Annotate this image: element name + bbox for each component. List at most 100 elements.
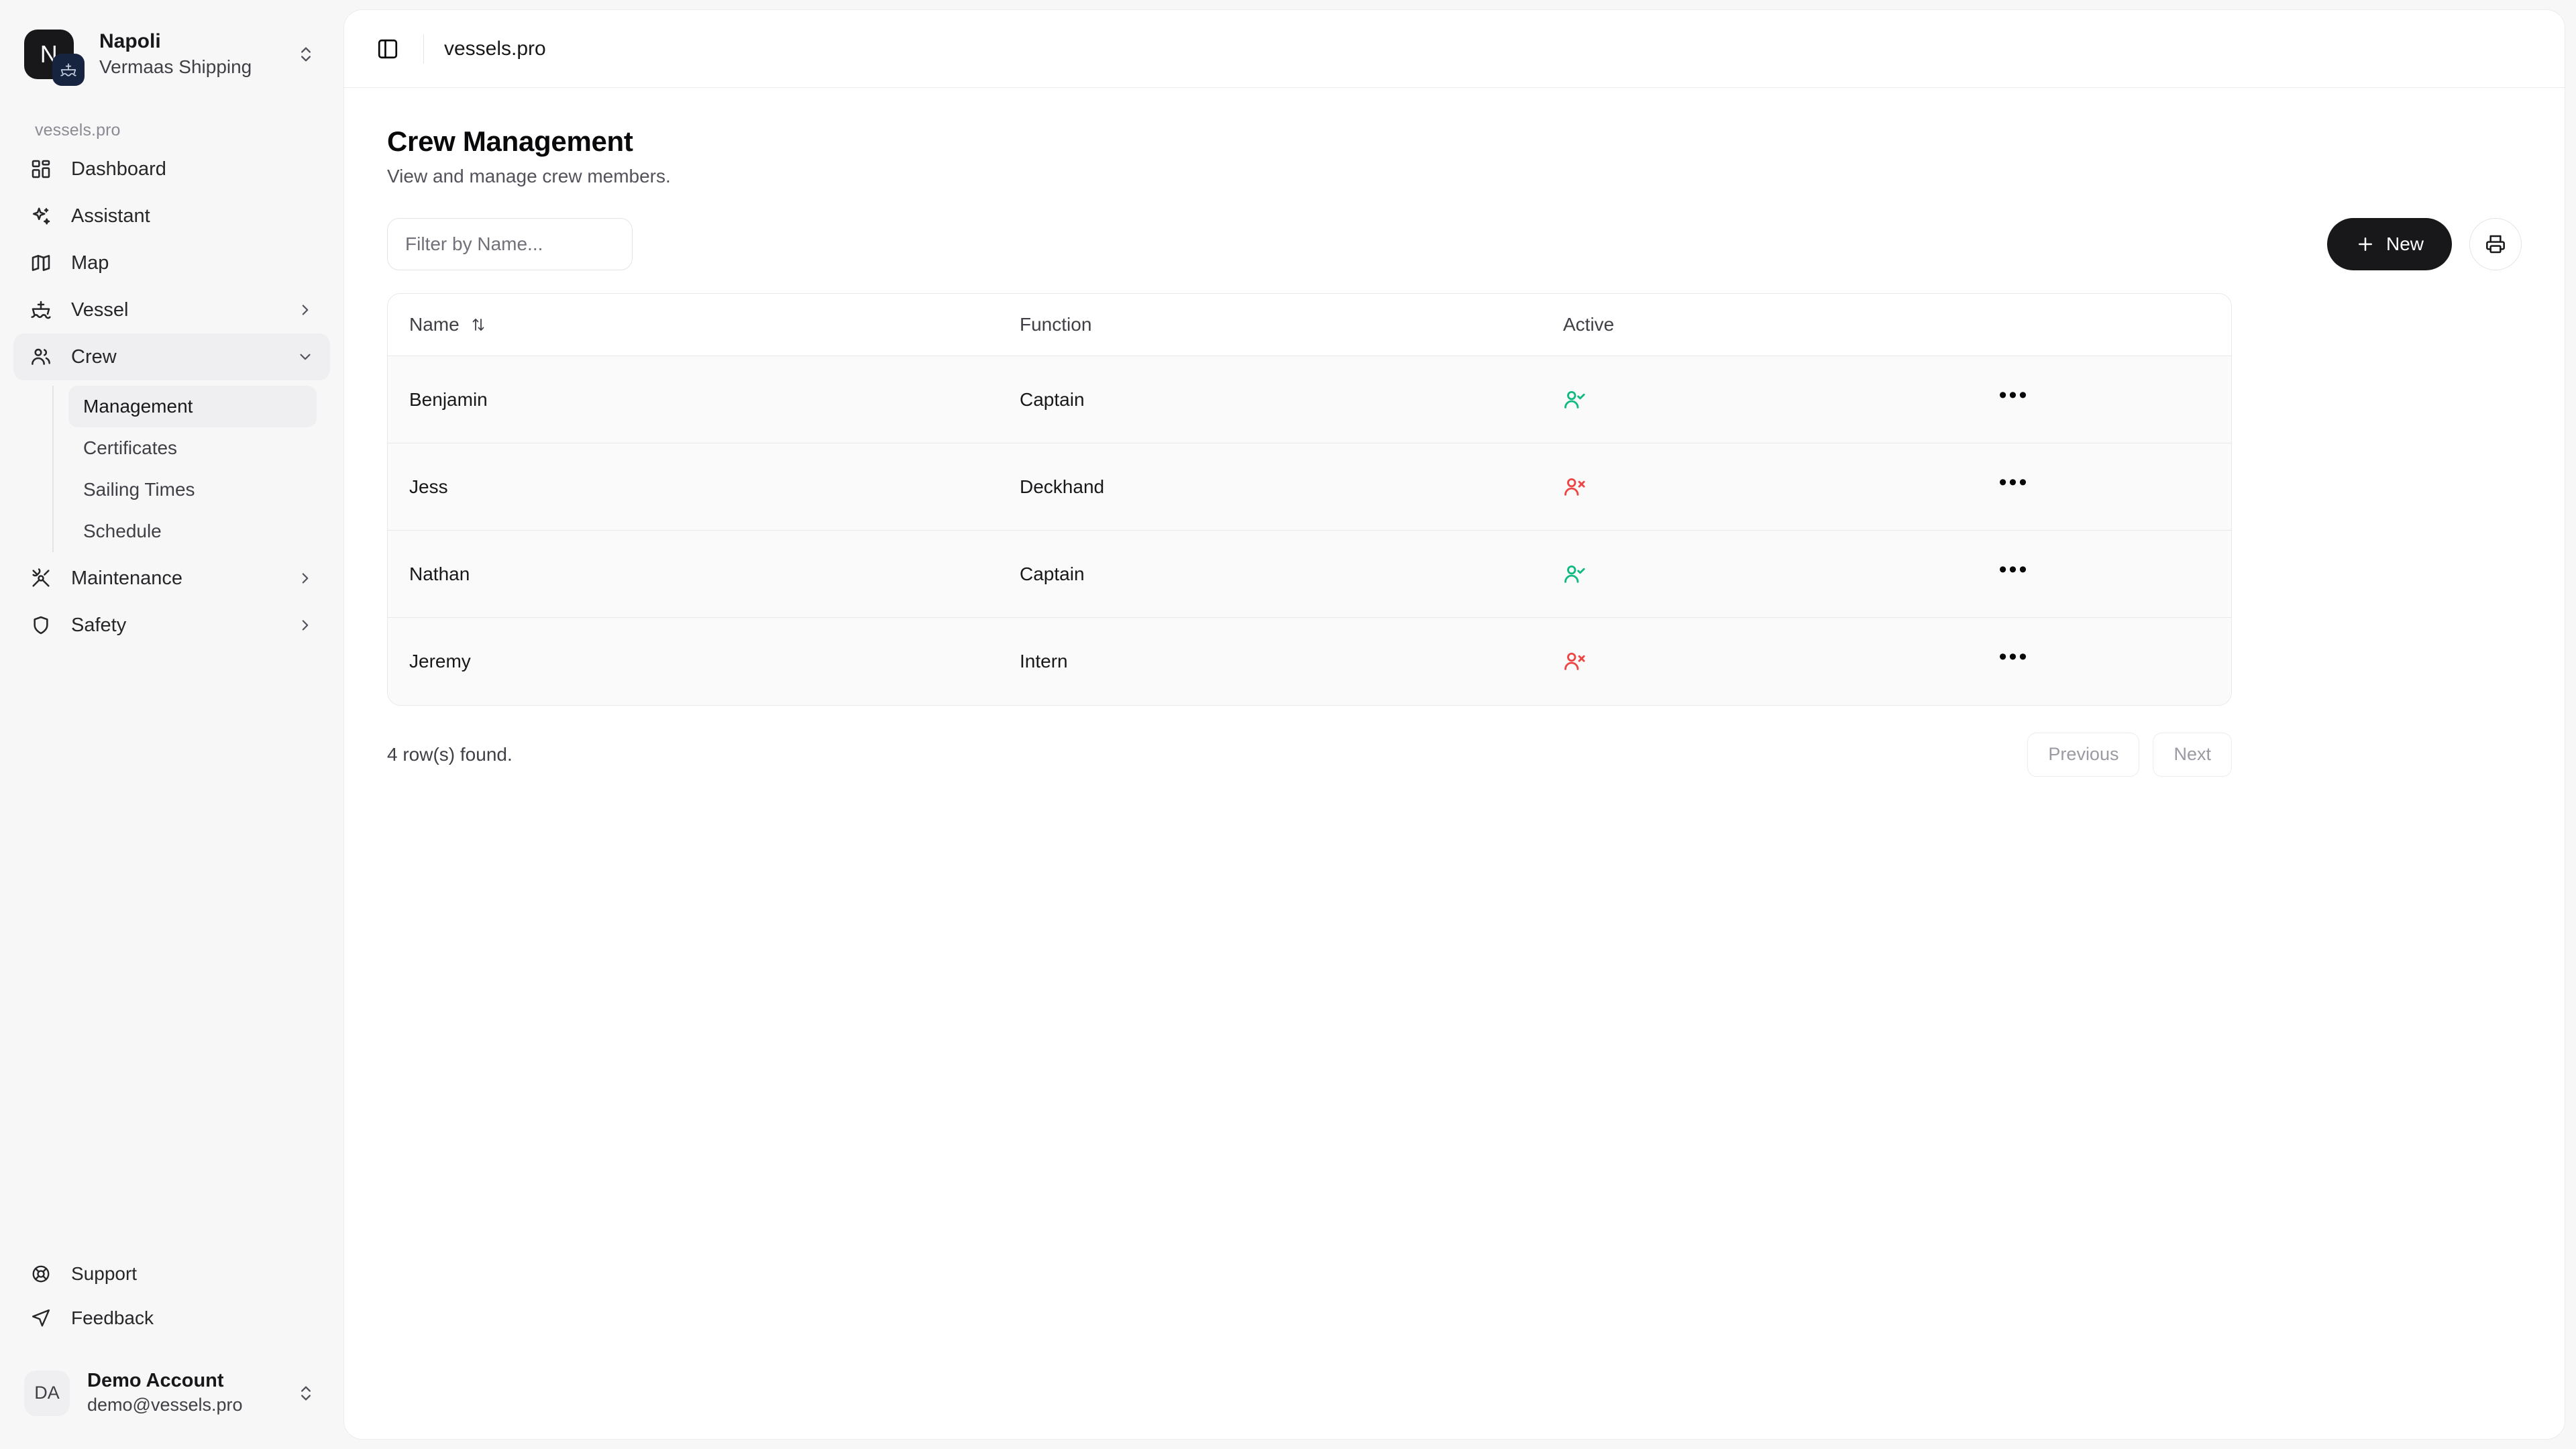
- sidebar-item-dashboard[interactable]: Dashboard: [13, 146, 330, 193]
- page-description: View and manage crew members.: [387, 166, 671, 186]
- table-toolbar: New: [387, 218, 2522, 270]
- column-header-label: Name: [409, 314, 460, 335]
- sidebar-subitem-certificates[interactable]: Certificates: [68, 427, 317, 469]
- next-page-button[interactable]: Next: [2153, 732, 2232, 777]
- column-header-function: Function: [998, 294, 1542, 356]
- chevron-right-icon: [295, 301, 315, 319]
- cell-name: Jess: [388, 443, 998, 531]
- user-check-icon: [1563, 388, 1586, 411]
- layout-dashboard-icon: [28, 156, 54, 182]
- sidebar-item-label: Feedback: [71, 1307, 154, 1328]
- page-content: Crew Management View and manage crew mem…: [344, 88, 2565, 1439]
- sidebar-footer-nav: Support Feedback: [0, 1252, 343, 1346]
- crew-submenu: Management Certificates Sailing Times Sc…: [52, 386, 317, 552]
- user-check-icon: [1563, 563, 1586, 586]
- org-subtitle: Vermaas Shipping: [99, 56, 252, 78]
- chevrons-up-down-icon[interactable]: [292, 1384, 319, 1403]
- account-text: Demo Account demo@vessels.pro: [87, 1370, 275, 1417]
- plus-icon: [2355, 234, 2375, 254]
- sidebar-subitem-schedule[interactable]: Schedule: [68, 511, 317, 552]
- sidebar-subitem-management[interactable]: Management: [68, 386, 317, 427]
- cell-function: Captain: [998, 530, 1542, 618]
- account-email: demo@vessels.pro: [87, 1395, 243, 1415]
- row-actions-menu-button[interactable]: •••: [1992, 468, 2035, 506]
- row-count-text: 4 row(s) found.: [387, 743, 513, 765]
- crew-table-head: Name Function Active: [388, 294, 2231, 356]
- new-button[interactable]: New: [2326, 218, 2452, 270]
- table-row[interactable]: Benjamin Captain •••: [388, 356, 2231, 443]
- sidebar-item-label: Safety: [71, 614, 127, 636]
- users-icon: [28, 344, 54, 370]
- sidebar-item-label: Maintenance: [71, 567, 183, 589]
- cell-active: [1542, 617, 1971, 705]
- org-text: Napoli Vermaas Shipping: [90, 30, 276, 79]
- ship-icon: [28, 297, 54, 323]
- map-icon: [28, 250, 54, 276]
- table-row[interactable]: Jess Deckhand •••: [388, 443, 2231, 531]
- table-row[interactable]: Nathan Captain •••: [388, 530, 2231, 618]
- column-header-label: Active: [1563, 314, 1615, 335]
- sidebar-item-label: Crew: [71, 345, 117, 368]
- cell-actions: •••: [1971, 530, 2231, 618]
- cell-active: [1542, 530, 1971, 618]
- column-header-active: Active: [1542, 294, 1971, 356]
- send-icon: [28, 1305, 54, 1331]
- chevron-right-icon: [295, 616, 315, 634]
- sidebar-item-label: Vessel: [71, 299, 129, 321]
- shield-icon: [28, 612, 54, 638]
- column-header-label: Function: [1020, 314, 1092, 335]
- chevrons-up-down-icon[interactable]: [292, 45, 319, 64]
- org-switcher[interactable]: N Napoli Vermaas Shipping: [13, 19, 330, 90]
- cell-actions: •••: [1971, 356, 2231, 443]
- account-switcher[interactable]: DA Demo Account demo@vessels.pro: [13, 1360, 330, 1426]
- row-actions-menu-button[interactable]: •••: [1992, 555, 2035, 593]
- org-logo-wrapper: N: [24, 30, 85, 86]
- org-name: Napoli: [99, 30, 161, 52]
- panel-left-icon[interactable]: [372, 34, 403, 64]
- sort-by-name-button[interactable]: Name: [409, 314, 486, 335]
- wrench-icon: [28, 566, 54, 591]
- row-actions-menu-button[interactable]: •••: [1992, 643, 2035, 680]
- sidebar-item-vessel[interactable]: Vessel: [13, 286, 330, 333]
- page-title: Crew Management: [387, 125, 633, 157]
- topbar-title: vessels.pro: [444, 37, 546, 60]
- cell-actions: •••: [1971, 617, 2231, 705]
- sidebar-item-support[interactable]: Support: [13, 1252, 330, 1296]
- account-name: Demo Account: [87, 1369, 224, 1391]
- topbar-divider: [423, 34, 424, 64]
- crew-table-body: Benjamin Captain ••• Jess Deckhand ••• N…: [388, 356, 2231, 705]
- crew-table: Name Function Active Benjamin Captain ••…: [388, 294, 2231, 705]
- table-footer: 4 row(s) found. Previous Next: [387, 732, 2232, 777]
- sidebar-item-assistant[interactable]: Assistant: [13, 193, 330, 239]
- sidebar-item-map[interactable]: Map: [13, 239, 330, 286]
- sidebar-nav: Dashboard Assistant Map Vessel Crew Mana…: [0, 146, 343, 649]
- table-header-row: Name Function Active: [388, 294, 2231, 356]
- sidebar-subitem-sailing-times[interactable]: Sailing Times: [68, 469, 317, 511]
- sidebar-item-crew[interactable]: Crew: [13, 333, 330, 380]
- filter-by-name-input[interactable]: [387, 218, 633, 270]
- previous-page-button[interactable]: Previous: [2027, 732, 2140, 777]
- main-panel: vessels.pro Crew Management View and man…: [343, 9, 2565, 1440]
- cell-active: [1542, 356, 1971, 443]
- user-x-icon: [1563, 650, 1586, 673]
- row-actions-menu-button[interactable]: •••: [1992, 381, 2035, 419]
- topbar: vessels.pro: [344, 10, 2565, 88]
- print-button[interactable]: [2469, 218, 2522, 270]
- cell-function: Intern: [998, 617, 1542, 705]
- sidebar-item-feedback[interactable]: Feedback: [13, 1296, 330, 1340]
- vessel-badge-icon: [52, 54, 85, 86]
- pagination: Previous Next: [2027, 732, 2232, 777]
- sidebar-item-safety[interactable]: Safety: [13, 602, 330, 649]
- table-row[interactable]: Jeremy Intern •••: [388, 617, 2231, 705]
- printer-icon: [2485, 233, 2506, 255]
- sidebar-item-maintenance[interactable]: Maintenance: [13, 555, 330, 602]
- user-x-icon: [1563, 476, 1586, 498]
- cell-actions: •••: [1971, 443, 2231, 531]
- chevron-down-icon: [295, 348, 315, 366]
- sparkles-icon: [28, 203, 54, 229]
- life-buoy-icon: [28, 1261, 54, 1287]
- avatar: DA: [24, 1370, 70, 1416]
- new-button-label: New: [2385, 233, 2424, 254]
- column-header-actions: [1971, 294, 2231, 356]
- toolbar-actions: New: [2326, 218, 2522, 270]
